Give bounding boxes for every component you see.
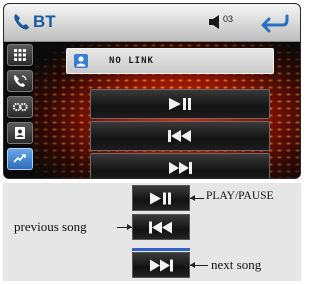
previous-track-icon [149, 221, 172, 233]
sidebar-item-menu[interactable] [7, 44, 33, 66]
sidebar [7, 44, 33, 174]
user-icon [74, 54, 88, 68]
volume-level: 03 [223, 14, 234, 24]
top-bar: BT 03 [4, 4, 300, 42]
next-track-icon [169, 162, 192, 174]
volume-indicator: 03 [208, 14, 233, 30]
head-unit-screen: BT 03 NO LINK [3, 3, 301, 179]
phone-icon [14, 14, 29, 30]
connection-status-bar: NO LINK [66, 48, 274, 74]
page-title: BT [33, 12, 56, 31]
bluetooth-music-icon [13, 154, 26, 163]
phone-dial-icon [13, 75, 27, 87]
play-pause-button[interactable] [90, 89, 270, 119]
back-button[interactable] [259, 11, 291, 35]
speaker-icon [209, 15, 219, 29]
sidebar-item-contacts[interactable] [7, 122, 33, 144]
grid-icon [14, 49, 26, 61]
legend-next-button [132, 252, 190, 278]
legend-play-pause-button [132, 185, 190, 211]
play-pause-icon [169, 98, 191, 110]
sidebar-item-settings[interactable] [7, 96, 33, 118]
divider-line [132, 248, 190, 251]
settings-icon [12, 102, 28, 112]
next-song-arrowhead [190, 262, 195, 268]
legend-panel: PLAY/PAUSE previous song next song [3, 183, 301, 281]
sidebar-item-bt-music[interactable] [7, 148, 33, 170]
previous-song-label: previous song [14, 219, 87, 234]
previous-track-button[interactable] [90, 121, 270, 151]
bt-title: BT [12, 12, 56, 32]
sidebar-item-dial[interactable] [7, 70, 33, 92]
next-song-label: next song [211, 257, 262, 272]
play-pause-icon [150, 192, 171, 204]
play-pause-label: PLAY/PAUSE [206, 190, 274, 202]
next-track-button[interactable] [90, 153, 270, 178]
play-pause-arrowhead [190, 195, 195, 201]
connection-status-text: NO LINK [109, 56, 154, 66]
return-arrow-icon [261, 14, 289, 33]
previous-track-icon [168, 130, 191, 142]
next-track-icon [150, 259, 173, 271]
contacts-icon [15, 127, 25, 139]
legend-previous-button [132, 214, 190, 240]
